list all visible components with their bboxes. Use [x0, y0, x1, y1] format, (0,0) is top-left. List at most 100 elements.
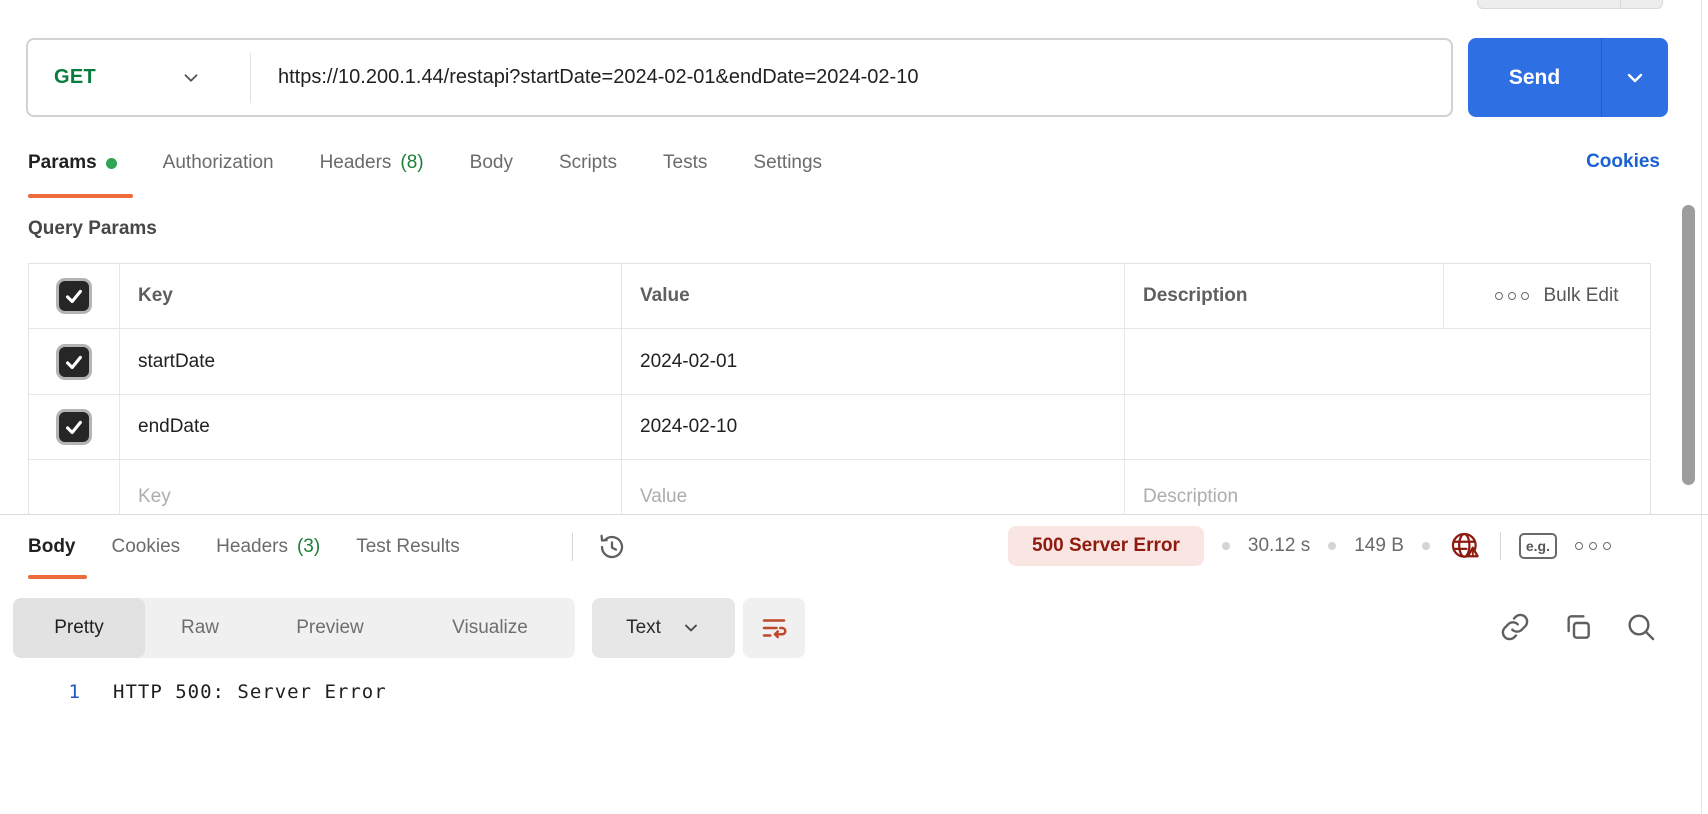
send-split-button: Send: [1468, 38, 1668, 117]
url-input[interactable]: https://10.200.1.44/restapi?startDate=20…: [278, 66, 918, 89]
method-dropdown[interactable]: GET: [28, 40, 250, 115]
example-button[interactable]: e.g.: [1519, 533, 1557, 559]
active-response-tab-underline: [28, 575, 87, 579]
column-header-value: Value: [622, 264, 1125, 328]
tab-authorization[interactable]: Authorization: [163, 152, 274, 174]
param-value-field[interactable]: 2024-02-01: [622, 329, 1125, 394]
cookies-link[interactable]: Cookies: [1586, 151, 1660, 173]
copy-icon: [1562, 611, 1594, 643]
response-view-switcher: Pretty Raw Preview Visualize: [13, 598, 575, 658]
param-value-field[interactable]: Value: [622, 460, 1125, 514]
response-pane-divider[interactable]: [0, 514, 1708, 515]
table-row: endDate 2024-02-10: [29, 395, 1650, 460]
response-history-button[interactable]: [596, 531, 628, 563]
search-icon: [1625, 611, 1657, 643]
response-tab-body-label: Body: [28, 536, 76, 558]
row-actions-cell: [1444, 395, 1651, 459]
line-number: 1: [0, 678, 80, 706]
select-all-checkbox[interactable]: [56, 278, 92, 314]
response-tab-body[interactable]: Body: [28, 536, 76, 558]
share-link-button[interactable]: [1499, 611, 1531, 643]
row-checkbox-cell: [29, 395, 120, 459]
response-time[interactable]: 30.12 s: [1248, 535, 1310, 557]
status-badge[interactable]: 500 Server Error: [1008, 526, 1204, 566]
response-more-options-button[interactable]: [1575, 542, 1611, 550]
meta-dot-separator: [1328, 542, 1336, 550]
param-description-field[interactable]: [1125, 329, 1444, 394]
query-params-table: Key Value Description Bulk Edit startDat…: [28, 263, 1651, 514]
response-tabs: Body Cookies Headers (3) Test Results: [28, 528, 460, 566]
response-body-text[interactable]: HTTP 500: Server Error: [113, 678, 387, 706]
history-clock-icon: [596, 531, 628, 563]
tab-scripts-label: Scripts: [559, 152, 617, 174]
top-cropped-control-divider: [1620, 0, 1621, 8]
response-body-line: 1 HTTP 500: Server Error: [0, 678, 1690, 706]
meta-dot-separator: [1422, 542, 1430, 550]
send-button[interactable]: Send: [1468, 38, 1601, 117]
column-header-description: Description: [1125, 264, 1444, 328]
bulk-edit-button[interactable]: Bulk Edit: [1444, 264, 1651, 328]
tab-params[interactable]: Params: [28, 152, 117, 174]
url-bar: GET https://10.200.1.44/restapi?startDat…: [26, 38, 1453, 117]
chevron-down-icon: [681, 618, 701, 638]
request-scrollbar-thumb[interactable]: [1682, 205, 1695, 485]
chevron-down-icon: [180, 67, 202, 89]
headers-count: (8): [400, 152, 423, 174]
response-tab-headers[interactable]: Headers (3): [216, 536, 320, 558]
format-dropdown-label: Text: [626, 617, 661, 639]
row-actions-cell: [1444, 460, 1651, 514]
view-tab-preview[interactable]: Preview: [255, 598, 405, 658]
row-actions-cell: [1444, 329, 1651, 394]
tab-tests-label: Tests: [663, 152, 707, 174]
response-tab-test-results-label: Test Results: [356, 536, 459, 558]
row-checkbox[interactable]: [56, 409, 92, 445]
tab-params-label: Params: [28, 152, 97, 174]
table-row: startDate 2024-02-01: [29, 329, 1650, 395]
header-checkbox-cell: [29, 264, 120, 328]
top-cropped-control[interactable]: [1477, 0, 1663, 9]
meta-dot-separator: [1222, 542, 1230, 550]
param-description-field[interactable]: Description: [1125, 460, 1444, 514]
tab-tests[interactable]: Tests: [663, 152, 707, 174]
network-warning-icon[interactable]: [1448, 529, 1482, 563]
link-icon: [1499, 611, 1531, 643]
view-tab-visualize[interactable]: Visualize: [405, 598, 575, 658]
view-tab-pretty[interactable]: Pretty: [13, 598, 145, 658]
param-key-field[interactable]: startDate: [120, 329, 622, 394]
param-key-field[interactable]: endDate: [120, 395, 622, 459]
wrap-text-button[interactable]: [743, 598, 805, 658]
param-value-field[interactable]: 2024-02-10: [622, 395, 1125, 459]
tab-body-label: Body: [470, 152, 513, 174]
row-checkbox-cell: [29, 460, 120, 514]
search-response-button[interactable]: [1625, 611, 1657, 643]
response-size[interactable]: 149 B: [1354, 535, 1404, 557]
tab-authorization-label: Authorization: [163, 152, 274, 174]
table-header-row: Key Value Description Bulk Edit: [29, 264, 1650, 329]
response-tab-test-results[interactable]: Test Results: [356, 536, 459, 558]
send-options-button[interactable]: [1602, 38, 1668, 117]
tab-scripts[interactable]: Scripts: [559, 152, 617, 174]
tab-body[interactable]: Body: [470, 152, 513, 174]
more-options-icon: [1495, 292, 1529, 300]
request-tabs: Params Authorization Headers (8) Body Sc…: [28, 140, 822, 186]
column-header-key: Key: [120, 264, 622, 328]
wrap-text-icon: [759, 613, 789, 643]
tab-headers[interactable]: Headers (8): [320, 152, 424, 174]
format-dropdown[interactable]: Text: [592, 598, 735, 658]
meta-separator: [1500, 532, 1501, 560]
response-headers-count: (3): [297, 536, 320, 558]
response-tab-headers-label: Headers: [216, 536, 288, 558]
response-tab-cookies[interactable]: Cookies: [112, 536, 181, 558]
response-tab-cookies-label: Cookies: [112, 536, 181, 558]
copy-button[interactable]: [1562, 611, 1594, 643]
param-key-field[interactable]: Key: [120, 460, 622, 514]
param-description-field[interactable]: [1125, 395, 1444, 459]
params-modified-dot: [106, 158, 117, 169]
view-tab-raw[interactable]: Raw: [145, 598, 255, 658]
tab-settings[interactable]: Settings: [753, 152, 822, 174]
tab-headers-label: Headers: [320, 152, 392, 174]
bulk-edit-label: Bulk Edit: [1544, 285, 1619, 307]
row-checkbox[interactable]: [56, 344, 92, 380]
method-url-divider: [250, 53, 251, 103]
response-tabs-separator: [572, 533, 573, 561]
